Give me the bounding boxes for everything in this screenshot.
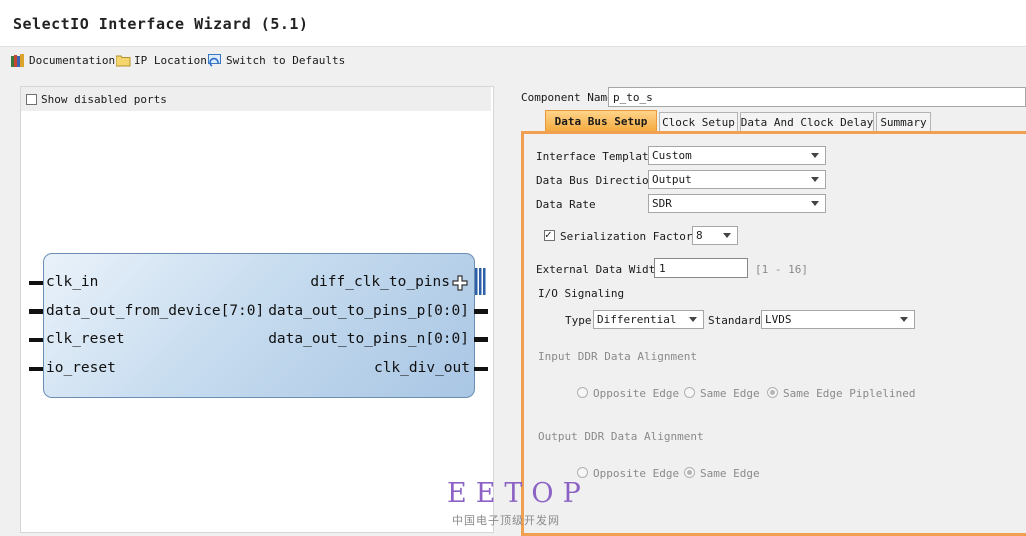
documentation-label: Documentation — [29, 54, 116, 67]
port-diff-clk-to-pins: diff_clk_to_pins — [310, 274, 450, 290]
input-ddr-alignment-label: Input DDR Data Alignment — [538, 350, 697, 363]
serialization-factor-label: Serialization Factor — [560, 230, 693, 243]
chevron-down-icon — [811, 201, 819, 206]
port-data-out-to-pins-n: data_out_to_pins_n[0:0] — [268, 331, 469, 347]
io-standard-select[interactable]: LVDS — [761, 310, 915, 329]
pin-data-out-to-pins-p — [474, 309, 488, 314]
io-signaling-label: I/O Signaling — [538, 287, 625, 300]
tab-clock-setup[interactable]: Clock Setup — [659, 112, 738, 131]
reset-icon — [208, 54, 222, 67]
io-standard-value: LVDS — [765, 313, 792, 326]
window-title: SelectIO Interface Wizard (5.1) — [13, 15, 309, 33]
io-type-select[interactable]: Differential — [593, 310, 704, 329]
pin-data-out-from-device — [29, 309, 43, 314]
tab-data-and-clock-delay[interactable]: Data And Clock Delay — [740, 112, 874, 131]
port-clk-in: clk_in — [46, 274, 99, 290]
show-disabled-ports-label: Show disabled ports — [41, 93, 167, 106]
watermark-subtitle: 中国电子顶级开发网 — [452, 514, 560, 527]
pin-io-reset — [29, 367, 43, 371]
ip-location-button[interactable]: IP Location — [115, 54, 207, 67]
input-ddr-opposite-edge-radio[interactable] — [577, 387, 588, 398]
interface-template-select[interactable]: Custom — [648, 146, 826, 165]
output-ddr-opposite-edge-radio[interactable] — [577, 467, 588, 478]
data-rate-value: SDR — [652, 197, 672, 210]
tab-summary[interactable]: Summary — [876, 112, 931, 131]
input-ddr-same-edge-label: Same Edge — [700, 387, 760, 400]
port-clk-div-out: clk_div_out — [373, 360, 470, 376]
watermark-logo: EETOP — [447, 478, 590, 509]
switch-defaults-button[interactable]: Switch to Defaults — [208, 54, 345, 67]
component-name-input[interactable]: p_to_s — [608, 87, 1026, 107]
pin-clk-in — [29, 281, 43, 285]
bus-bundle-icon — [475, 268, 489, 299]
folder-icon — [115, 54, 131, 67]
port-data-out-from-device: data_out_from_device[7:0] — [46, 303, 265, 319]
output-ddr-alignment-label: Output DDR Data Alignment — [538, 430, 704, 443]
switch-defaults-label: Switch to Defaults — [226, 54, 346, 67]
data-bus-direction-label: Data Bus Direction — [536, 174, 656, 187]
serialization-factor-checkbox[interactable] — [544, 228, 555, 241]
books-icon — [11, 54, 25, 67]
chevron-down-icon — [900, 317, 908, 322]
data-rate-label: Data Rate — [536, 198, 596, 211]
input-ddr-same-edge-pipelined-label: Same Edge Piplelined — [783, 387, 916, 400]
pin-data-out-to-pins-n — [474, 337, 488, 342]
serialization-factor-value: 8 — [696, 229, 703, 242]
data-bus-direction-value: Output — [652, 173, 692, 186]
component-name-label: Component Name — [521, 91, 614, 104]
external-data-width-input[interactable]: 1 — [654, 258, 748, 278]
external-data-width-range: [1 - 16] — [755, 263, 808, 276]
port-io-reset: io_reset — [46, 360, 116, 376]
interface-template-value: Custom — [652, 149, 692, 162]
serialization-factor-select[interactable]: 8 — [692, 226, 738, 245]
output-ddr-opposite-edge-label: Opposite Edge — [593, 467, 680, 480]
ip-location-label: IP Location — [134, 54, 207, 67]
interface-template-label: Interface Template — [536, 150, 656, 163]
chevron-down-icon — [689, 317, 697, 322]
input-ddr-same-edge-pipelined-radio[interactable] — [767, 387, 778, 398]
documentation-button[interactable]: Documentation — [11, 54, 115, 67]
data-bus-direction-select[interactable]: Output — [648, 170, 826, 189]
input-ddr-opposite-edge-label: Opposite Edge — [593, 387, 680, 400]
chevron-down-icon — [723, 233, 731, 238]
pin-clk-div-out — [474, 367, 488, 371]
output-ddr-same-edge-radio[interactable] — [684, 467, 695, 478]
io-standard-label: Standard — [708, 314, 761, 327]
io-type-label: Type — [565, 314, 592, 327]
port-clk-reset: clk_reset — [46, 331, 125, 347]
chevron-down-icon — [811, 177, 819, 182]
show-disabled-ports-checkbox[interactable] — [26, 94, 37, 105]
external-data-width-label: External Data Width — [536, 263, 662, 276]
output-ddr-same-edge-label: Same Edge — [700, 467, 760, 480]
input-ddr-same-edge-radio[interactable] — [684, 387, 695, 398]
pin-clk-reset — [29, 338, 43, 342]
io-type-value: Differential — [597, 313, 677, 326]
chevron-down-icon — [811, 153, 819, 158]
expand-plus-icon[interactable] — [452, 275, 468, 295]
port-data-out-to-pins-p: data_out_to_pins_p[0:0] — [268, 303, 469, 319]
data-rate-select[interactable]: SDR — [648, 194, 826, 213]
tab-data-bus-setup[interactable]: Data Bus Setup — [545, 110, 657, 132]
